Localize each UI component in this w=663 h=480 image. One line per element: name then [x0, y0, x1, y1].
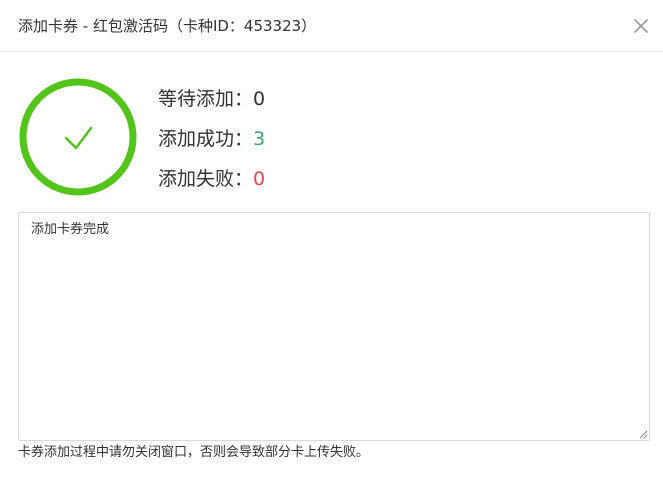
add-coupon-dialog: 添加卡券 - 红包激活码（卡种ID：453323） 等待添加：0 添加成功：3 …: [0, 0, 663, 480]
dialog-title: 添加卡券 - 红包激活码（卡种ID：453323）: [18, 17, 317, 35]
stat-pending-label: 等待添加：: [158, 88, 254, 110]
log-textarea[interactable]: 添加卡券完成: [18, 212, 650, 441]
status-indicator: [18, 77, 138, 197]
stat-pending: 等待添加：0: [158, 84, 265, 124]
stat-success: 添加成功：3: [158, 124, 265, 164]
stat-failed-value: 0: [253, 168, 266, 190]
stat-success-value: 3: [253, 128, 266, 150]
checkmark-circle-icon: [19, 78, 137, 196]
stat-failed: 添加失败：0: [158, 164, 265, 204]
stats-panel: 等待添加：0 添加成功：3 添加失败：0: [158, 84, 265, 204]
stat-failed-label: 添加失败：: [158, 168, 254, 190]
dialog-header: 添加卡券 - 红包激活码（卡种ID：453323）: [0, 0, 663, 52]
stat-pending-value: 0: [253, 88, 266, 110]
hint-text: 卡券添加过程中请勿关闭窗口，否则会导致部分卡上传失败。: [18, 445, 370, 460]
close-button[interactable]: [629, 14, 653, 38]
resize-grip-icon[interactable]: [638, 429, 648, 439]
close-icon: [634, 19, 648, 33]
stat-success-label: 添加成功：: [158, 128, 254, 150]
